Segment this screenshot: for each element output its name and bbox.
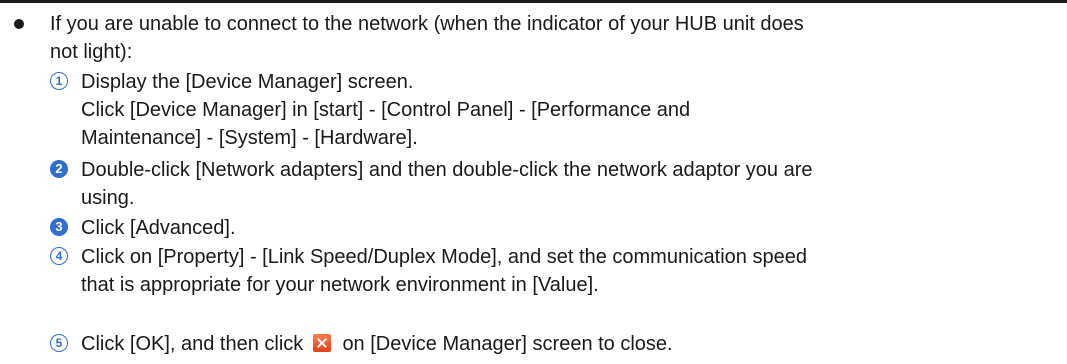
intro-line: If you are unable to connect to the netw…: [50, 13, 804, 35]
step-line: Double-click [Network adapters] and then…: [81, 159, 813, 181]
step-text: Display the [Device Manager] screen. Cli…: [81, 68, 1041, 152]
step-line: Click [Device Manager] in [start] - [Con…: [81, 99, 691, 121]
step-number-icon: 3: [50, 218, 68, 236]
step-text: Click on [Property] - [Link Speed/Duplex…: [81, 243, 1041, 299]
step-line: Click [Advanced].: [81, 217, 236, 239]
step-line: that is appropriate for your network env…: [81, 274, 599, 296]
step-line: Click on [Property] - [Link Speed/Duplex…: [81, 246, 807, 268]
top-rule: [0, 0, 1067, 3]
step-number-icon: 1: [50, 72, 68, 90]
step-text: Double-click [Network adapters] and then…: [81, 156, 1041, 212]
document-page: If you are unable to connect to the netw…: [0, 0, 1067, 364]
intro-line: not light):: [50, 41, 133, 63]
intro-text: If you are unable to connect to the netw…: [50, 10, 1040, 66]
step-text: Click [Advanced].: [81, 214, 1041, 242]
bullet-dot-icon: [14, 19, 24, 29]
step-number-icon: 5: [50, 334, 68, 352]
close-icon: [312, 334, 331, 352]
step-line: Maintenance] - [System] - [Hardware].: [81, 127, 418, 149]
step-text: Click [OK], and then click on [Device Ma…: [81, 330, 1041, 358]
step-number-icon: 2: [50, 160, 68, 178]
step-number-icon: 4: [50, 247, 68, 265]
step-line-before-icon: Click [OK], and then click: [81, 333, 304, 355]
step-line: Display the [Device Manager] screen.: [81, 71, 414, 93]
step-line-after-icon: on [Device Manager] screen to close.: [342, 333, 673, 355]
step-line: using.: [81, 187, 135, 209]
